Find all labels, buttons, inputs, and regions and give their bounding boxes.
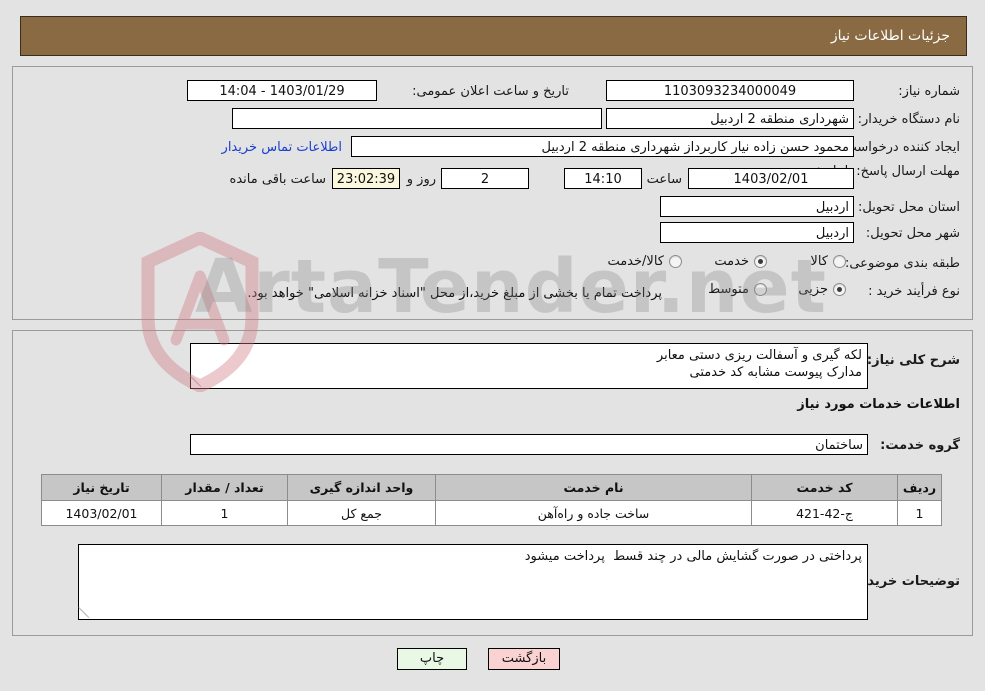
category-option-kala[interactable]: کالا [810, 254, 846, 269]
payment-note: پرداخت تمام یا بخشی از مبلغ خرید،از محل … [247, 286, 662, 301]
remaining-days-value: 2 [441, 168, 529, 189]
category-option-kala-khedmat[interactable]: کالا/خدمت [607, 254, 682, 269]
buyer-org-value: شهرداری منطقه 2 اردبیل [606, 108, 854, 129]
radio-category-khedmat-label: خدمت [714, 254, 749, 269]
print-button[interactable]: چاپ [397, 648, 467, 670]
deadline-label: مهلت ارسال پاسخ: تا تاریخ: [810, 164, 960, 179]
category-option-khedmat[interactable]: خدمت [714, 254, 767, 269]
buyer-org-label: نام دستگاه خریدار: [857, 112, 960, 127]
general-description-label: شرح کلی نیاز: [866, 353, 960, 368]
remaining-time-countdown: 23:02:39 [332, 168, 400, 189]
col-header-radif: ردیف [897, 474, 942, 501]
buyer-contact-link[interactable]: اطلاعات تماس خریدار [222, 140, 342, 155]
radio-category-khedmat[interactable] [754, 255, 767, 268]
process-label: نوع فرأیند خرید : [868, 284, 960, 299]
cell-quantity: 1 [161, 500, 288, 526]
process-option-motavaset[interactable]: متوسط [708, 282, 767, 297]
service-group-value: ساختمان [190, 434, 868, 455]
col-header-unit: واحد اندازه گیری [287, 474, 436, 501]
need-number-value: 1103093234000049 [606, 80, 854, 101]
services-table: ردیف کد خدمت نام خدمت واحد اندازه گیری ت… [41, 474, 942, 526]
creator-label: ایجاد کننده درخواست: [840, 140, 960, 155]
services-section-title: اطلاعات خدمات مورد نیاز [797, 397, 960, 412]
cell-unit: جمع کل [287, 500, 436, 526]
buyer-org-secondary-value [232, 108, 602, 129]
radio-process-jozii-label: جزیی [798, 282, 828, 297]
col-header-quantity: تعداد / مقدار [161, 474, 288, 501]
radio-category-kala-khedmat[interactable] [669, 255, 682, 268]
table-header-row: ردیف کد خدمت نام خدمت واحد اندازه گیری ت… [41, 474, 942, 501]
page-root: جزئیات اطلاعات نیاز شماره نیاز: 11030932… [0, 0, 985, 691]
province-label: استان محل تحویل: [858, 200, 960, 215]
deadline-hour-label: ساعت [646, 172, 682, 187]
col-header-code: کد خدمت [751, 474, 898, 501]
radio-category-kala-label: کالا [810, 254, 828, 269]
col-header-date: تاریخ نیاز [41, 474, 162, 501]
creator-value: محمود حسن زاده نیار کاربرداز شهرداری منط… [351, 136, 854, 157]
cell-name: ساخت جاده و راه‌آهن [435, 500, 752, 526]
service-group-label: گروه خدمت: [880, 438, 960, 453]
general-description-value[interactable]: لکه گیری و آسفالت ریزی دستی معابر مدارک … [190, 343, 868, 389]
need-number-label: شماره نیاز: [898, 84, 960, 99]
radio-process-jozii[interactable] [833, 283, 846, 296]
buyer-notes-value[interactable]: پرداختی در صورت گشایش مالی در چند قسط پر… [78, 544, 868, 620]
radio-category-kala[interactable] [833, 255, 846, 268]
page-header: جزئیات اطلاعات نیاز [20, 16, 967, 56]
cell-code: ج-42-421 [751, 500, 898, 526]
back-button[interactable]: بازگشت [488, 648, 560, 670]
remaining-time-label: ساعت باقی مانده [229, 172, 326, 187]
category-label: طبقه بندی موضوعی: [844, 256, 960, 271]
cell-radif: 1 [897, 500, 942, 526]
need-details-panel: شرح کلی نیاز: لکه گیری و آسفالت ریزی دست… [12, 330, 973, 636]
announce-datetime-value: 1403/01/29 - 14:04 [187, 80, 377, 101]
announce-datetime-label: تاریخ و ساعت اعلان عمومی: [412, 84, 569, 99]
radio-category-kala-khedmat-label: کالا/خدمت [607, 254, 664, 269]
city-value: اردبیل [660, 222, 854, 243]
province-value: اردبیل [660, 196, 854, 217]
col-header-name: نام خدمت [435, 474, 752, 501]
need-summary-panel: شماره نیاز: 1103093234000049 تاریخ و ساع… [12, 66, 973, 320]
page-title: جزئیات اطلاعات نیاز [830, 28, 950, 44]
radio-process-motavaset[interactable] [754, 283, 767, 296]
table-row: 1 ج-42-421 ساخت جاده و راه‌آهن جمع کل 1 … [41, 500, 942, 526]
cell-date: 1403/02/01 [41, 500, 162, 526]
deadline-date-value: 1403/02/01 [688, 168, 854, 189]
deadline-hour-value: 14:10 [564, 168, 642, 189]
process-option-jozii[interactable]: جزیی [798, 282, 846, 297]
city-label: شهر محل تحویل: [865, 226, 960, 241]
radio-process-motavaset-label: متوسط [708, 282, 749, 297]
remaining-days-label: روز و [406, 172, 436, 187]
